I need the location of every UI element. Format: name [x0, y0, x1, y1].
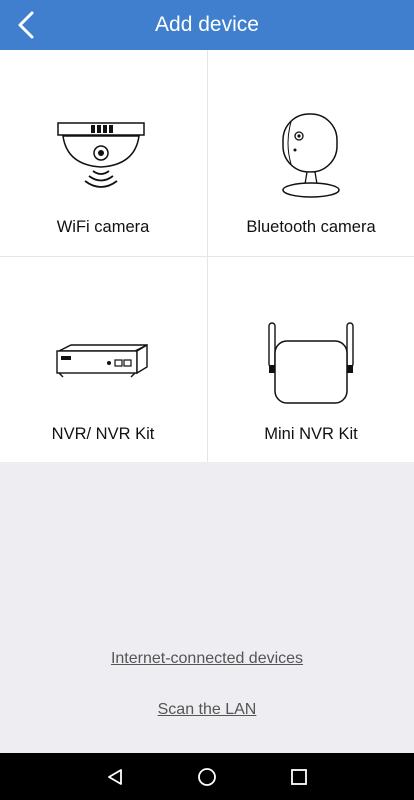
scan-lan-link[interactable]: Scan the LAN — [0, 701, 414, 719]
device-option-nvr-kit[interactable]: NVR/ NVR Kit — [0, 257, 206, 462]
square-recents-icon — [291, 769, 307, 785]
device-option-bluetooth-camera[interactable]: Bluetooth camera — [208, 50, 414, 255]
system-navbar — [0, 753, 414, 800]
dome-camera-icon — [43, 106, 163, 206]
page-title: Add device — [155, 13, 259, 36]
nav-recents-button[interactable] — [287, 765, 311, 789]
grid-divider-horizontal — [0, 256, 414, 257]
device-option-mini-nvr-kit[interactable]: Mini NVR Kit — [208, 257, 414, 462]
nav-home-button[interactable] — [195, 765, 219, 789]
internet-connected-devices-link[interactable]: Internet-connected devices — [0, 650, 414, 668]
device-option-label: NVR/ NVR Kit — [51, 425, 155, 443]
device-option-wifi-camera[interactable]: WiFi camera — [0, 50, 206, 255]
circle-home-icon — [198, 768, 216, 786]
triangle-back-icon — [108, 769, 122, 785]
app-header: Add device — [0, 0, 414, 50]
device-type-grid: WiFi camera Bluetooth camera NVR/ NVR Ki… — [0, 50, 414, 462]
chevron-left-icon — [18, 11, 34, 39]
device-option-label: Mini NVR Kit — [264, 425, 358, 443]
cube-camera-icon — [251, 106, 371, 206]
nvr-recorder-icon — [43, 313, 163, 413]
nav-back-button[interactable] — [103, 765, 127, 789]
device-option-label: Bluetooth camera — [246, 218, 376, 236]
mini-nvr-icon — [251, 313, 371, 413]
back-button[interactable] — [8, 5, 44, 45]
device-option-label: WiFi camera — [56, 218, 150, 236]
